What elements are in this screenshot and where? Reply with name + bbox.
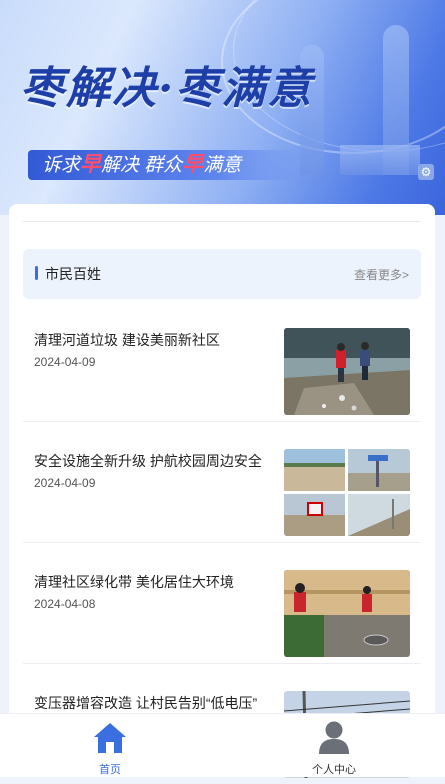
view-more-link[interactable]: 查看更多>: [354, 266, 409, 283]
news-thumbnail[interactable]: [284, 570, 410, 657]
gear-icon[interactable]: ⚙: [418, 164, 434, 180]
banner-title: 枣解决·枣满意: [20, 63, 314, 114]
section-header: 市民百姓 查看更多>: [23, 249, 421, 299]
tab-home-label: 首页: [99, 764, 121, 776]
home-icon: [94, 723, 126, 753]
content-card: 市民百姓 查看更多> 清理河道垃圾 建设美丽新社区 2024-04-09 安全设…: [9, 204, 435, 778]
divider: [23, 221, 421, 222]
news-title[interactable]: 变压器增容改造 让村民告别“低电压”: [34, 693, 274, 713]
header-banner: 枣解决·枣满意 诉求早解决 群众早满意 ⚙: [0, 0, 445, 215]
news-item[interactable]: 清理河道垃圾 建设美丽新社区 2024-04-09: [23, 300, 421, 422]
tab-home[interactable]: 首页: [50, 714, 170, 777]
news-item[interactable]: 安全设施全新升级 护航校园周边安全 2024-04-09: [23, 421, 421, 543]
bottom-tab-bar: 首页 个人中心: [0, 713, 445, 777]
subtitle-highlight: 早: [182, 153, 204, 176]
section-accent-bar: [35, 266, 38, 280]
news-item[interactable]: 清理社区绿化带 美化居住大环境 2024-04-08: [23, 542, 421, 664]
subtitle-highlight: 早: [80, 153, 102, 176]
tab-profile-label: 个人中心: [312, 764, 356, 776]
subtitle-text: 诉求: [42, 155, 81, 176]
news-date: 2024-04-09: [34, 476, 96, 490]
news-title[interactable]: 清理社区绿化带 美化居住大环境: [34, 572, 274, 592]
subtitle-text: 满意: [203, 155, 242, 176]
news-date: 2024-04-08: [34, 597, 96, 611]
news-title[interactable]: 清理河道垃圾 建设美丽新社区: [34, 330, 274, 350]
subtitle-text: 解决 群众: [101, 155, 183, 176]
news-title[interactable]: 安全设施全新升级 护航校园周边安全: [34, 451, 274, 471]
tab-profile[interactable]: 个人中心: [274, 714, 394, 777]
building-silhouette: [340, 145, 420, 175]
section-title: 市民百姓: [45, 266, 101, 282]
news-date: 2024-04-09: [34, 355, 96, 369]
news-thumbnail[interactable]: [284, 328, 410, 415]
user-icon: [319, 721, 349, 754]
banner-subtitle: 诉求早解决 群众早满意: [28, 150, 297, 180]
news-thumbnail[interactable]: [284, 449, 410, 536]
